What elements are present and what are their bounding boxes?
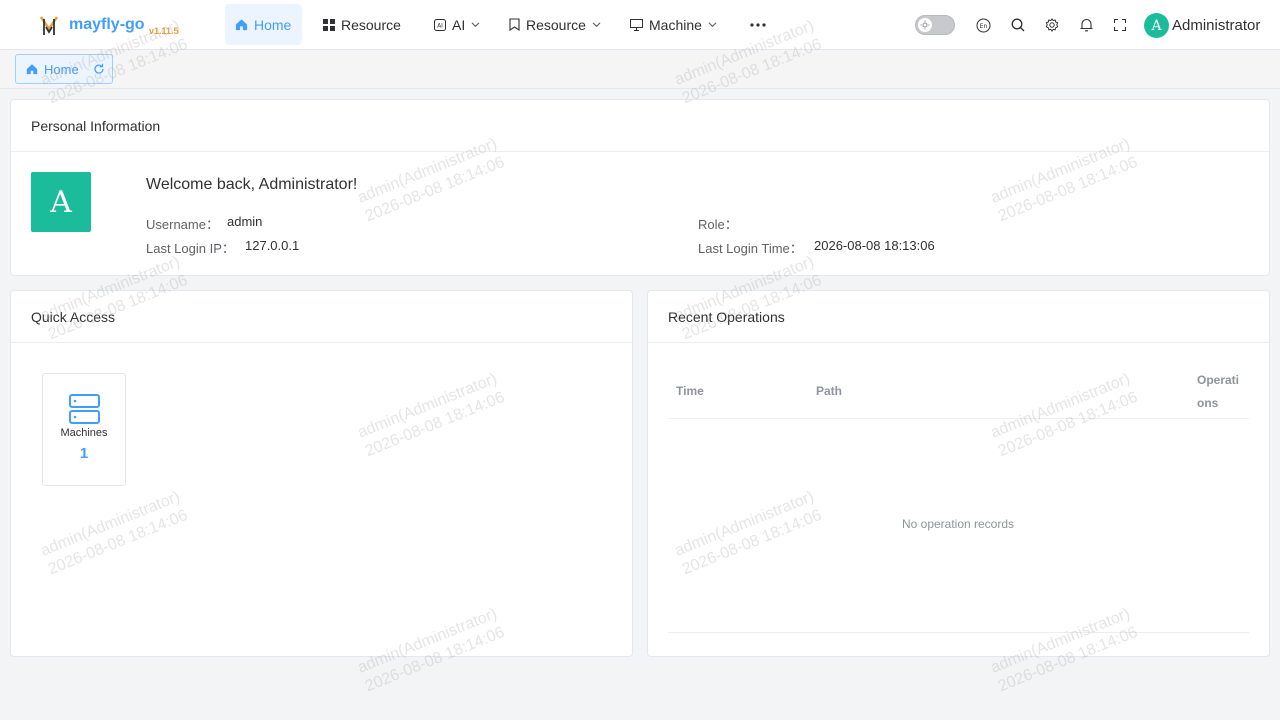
table-header-divider xyxy=(668,418,1249,419)
top-header: mayfly-go v1.11.5 Home Resource AI AI Re… xyxy=(0,0,1280,50)
tag-home-label: Home xyxy=(44,61,79,77)
version-label: v1.11.5 xyxy=(149,26,179,36)
quick-access-machines[interactable]: Machines 1 xyxy=(42,373,126,486)
personal-info-title: Personal Information xyxy=(11,100,1269,152)
personal-info-card: Personal Information A Welcome back, Adm… xyxy=(10,99,1270,276)
ip-value: 127.0.0.1 xyxy=(245,238,300,253)
grid-icon xyxy=(323,18,335,31)
language-icon[interactable]: En xyxy=(974,16,992,34)
nav-ai[interactable]: AI AI xyxy=(424,4,490,45)
user-avatar[interactable]: A xyxy=(1144,13,1169,38)
chevron-down-icon xyxy=(592,22,601,28)
more-icon xyxy=(750,22,766,27)
ai-icon: AI xyxy=(434,18,446,31)
nav-resource[interactable]: Resource xyxy=(313,4,411,45)
chevron-down-icon xyxy=(471,22,480,28)
sun-icon xyxy=(918,18,932,32)
column-time: Time xyxy=(676,384,704,398)
ip-label: Last Login IP： xyxy=(146,241,235,256)
tag-home[interactable]: Home xyxy=(15,54,113,84)
quick-access-machines-count: 1 xyxy=(79,445,89,462)
profile-avatar: A xyxy=(31,172,91,232)
nav-resource-menu-label: Resource xyxy=(526,16,586,33)
bookmark-icon xyxy=(509,18,520,31)
monitor-icon xyxy=(630,18,643,31)
refresh-icon[interactable] xyxy=(93,63,105,75)
nav-resource-menu[interactable]: Resource xyxy=(499,4,611,45)
brand-name[interactable]: mayfly-go xyxy=(69,16,145,34)
nav-machine-label: Machine xyxy=(649,16,702,33)
user-name[interactable]: Administrator xyxy=(1172,17,1260,34)
mayfly-logo-icon xyxy=(40,16,58,35)
login-time-label: Last Login Time： xyxy=(698,241,803,256)
recent-operations-card: Recent Operations Time Path Operati ons … xyxy=(647,290,1270,657)
login-time-value: 2026-08-08 18:13:06 xyxy=(814,238,935,253)
quick-access-card: Quick Access Machines 1 xyxy=(10,290,633,657)
svg-text:En: En xyxy=(979,23,987,30)
username-label: Username： xyxy=(146,217,219,232)
search-icon[interactable] xyxy=(1009,16,1027,34)
gear-icon[interactable] xyxy=(1043,16,1061,34)
column-operations-line2: ons xyxy=(1197,396,1219,410)
role-label: Role： xyxy=(698,217,738,232)
nav-machine[interactable]: Machine xyxy=(620,4,727,45)
nav-more[interactable] xyxy=(740,4,776,45)
table-bottom-divider xyxy=(668,632,1249,633)
nav-resource-label: Resource xyxy=(341,16,401,33)
column-path: Path xyxy=(816,384,843,398)
column-operations-line1: Operati xyxy=(1197,373,1240,387)
quick-access-machines-label: Machines xyxy=(60,427,108,439)
home-icon xyxy=(26,64,38,75)
svg-text:AI: AI xyxy=(437,22,443,29)
home-icon xyxy=(235,19,248,31)
nav-home-label: Home xyxy=(254,16,292,33)
tags-bar: Home xyxy=(0,50,1280,89)
theme-toggle[interactable] xyxy=(915,15,955,35)
chevron-down-icon xyxy=(708,22,717,28)
quick-access-title: Quick Access xyxy=(11,291,632,343)
bell-icon[interactable] xyxy=(1077,16,1095,34)
nav-home[interactable]: Home xyxy=(225,4,302,45)
recent-operations-title: Recent Operations xyxy=(648,291,1269,343)
username-value: admin xyxy=(227,214,263,229)
nav-ai-label: AI xyxy=(452,16,466,33)
fullscreen-icon[interactable] xyxy=(1111,16,1129,34)
empty-operations: No operation records xyxy=(901,517,1015,531)
welcome-message: Welcome back, Administrator! xyxy=(146,176,358,193)
server-icon xyxy=(69,394,100,424)
